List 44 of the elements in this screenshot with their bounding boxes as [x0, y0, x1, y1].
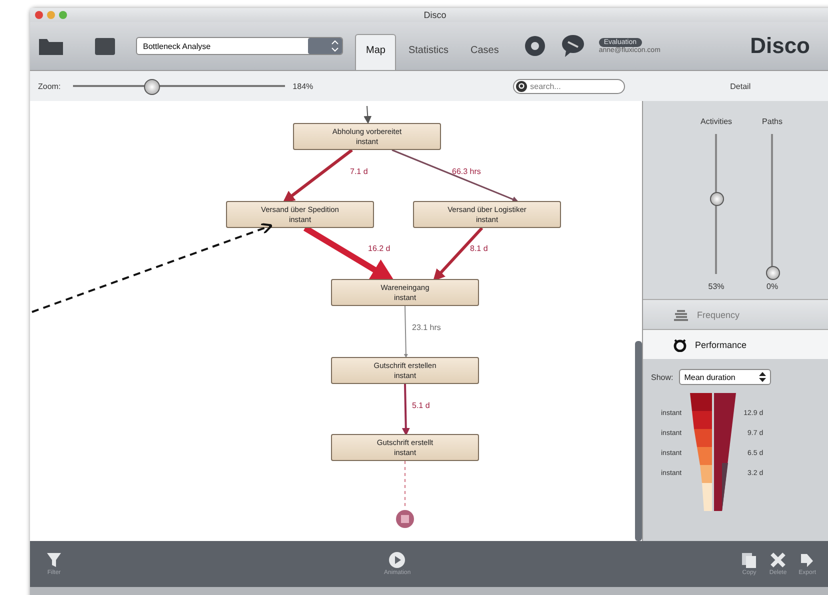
- search-icon: [516, 80, 528, 92]
- scrollbar[interactable]: [635, 341, 642, 541]
- bars-icon: [673, 308, 689, 320]
- edge-label: 23.1 hrs: [412, 323, 441, 332]
- metric-tab[interactable]: Performance: [643, 329, 828, 359]
- view-tab[interactable]: Statistics: [398, 34, 458, 70]
- end-node-icon: [396, 510, 414, 528]
- app-logo: Disco: [750, 33, 810, 59]
- updown-icon: [759, 372, 766, 382]
- play-icon: [389, 552, 406, 568]
- lifebuoy-icon[interactable]: [522, 34, 547, 58]
- edge-label: 66.3 hrs: [452, 167, 481, 176]
- stepper-icon[interactable]: [308, 38, 342, 54]
- window-title: Disco: [424, 10, 446, 20]
- close-icon[interactable]: [35, 11, 43, 19]
- funnel-icon: [46, 552, 62, 568]
- slider-label: Activities: [700, 117, 732, 126]
- slider-label: Paths: [762, 117, 783, 126]
- edge-arrow: [364, 106, 372, 124]
- edge-label: 5.1 d: [412, 401, 430, 410]
- slider-thumb[interactable]: [710, 192, 724, 206]
- zoom-slider-thumb[interactable]: [144, 79, 160, 95]
- edge-label: 8.1 d: [470, 244, 488, 253]
- edge-label: 16.2 d: [368, 244, 390, 253]
- delete-icon: [770, 552, 786, 568]
- box-icon[interactable]: [94, 36, 116, 56]
- metric-dropdown[interactable]: Mean duration: [679, 369, 772, 385]
- speech-bubble-icon[interactable]: [560, 34, 585, 58]
- export-icon: [799, 552, 816, 568]
- panel-title: Detail: [730, 82, 751, 90]
- edge-label: 7.1 d: [350, 167, 368, 176]
- show-label: Show:: [651, 372, 674, 382]
- view-tab[interactable]: Cases: [460, 34, 509, 70]
- zoom-reading: 184%: [292, 82, 314, 90]
- slider-thumb[interactable]: [766, 266, 780, 280]
- log-selector[interactable]: Bottleneck Analyse: [136, 37, 343, 55]
- slider-reading: 0%: [766, 282, 778, 291]
- clock-icon: [673, 338, 687, 352]
- view-tab[interactable]: Map: [355, 34, 396, 70]
- zoom-label: Zoom:: [38, 82, 61, 90]
- slider-reading: 53%: [708, 282, 724, 291]
- search-field[interactable]: search...: [513, 78, 626, 94]
- folder-icon[interactable]: [38, 36, 64, 56]
- copy-icon: [741, 552, 758, 568]
